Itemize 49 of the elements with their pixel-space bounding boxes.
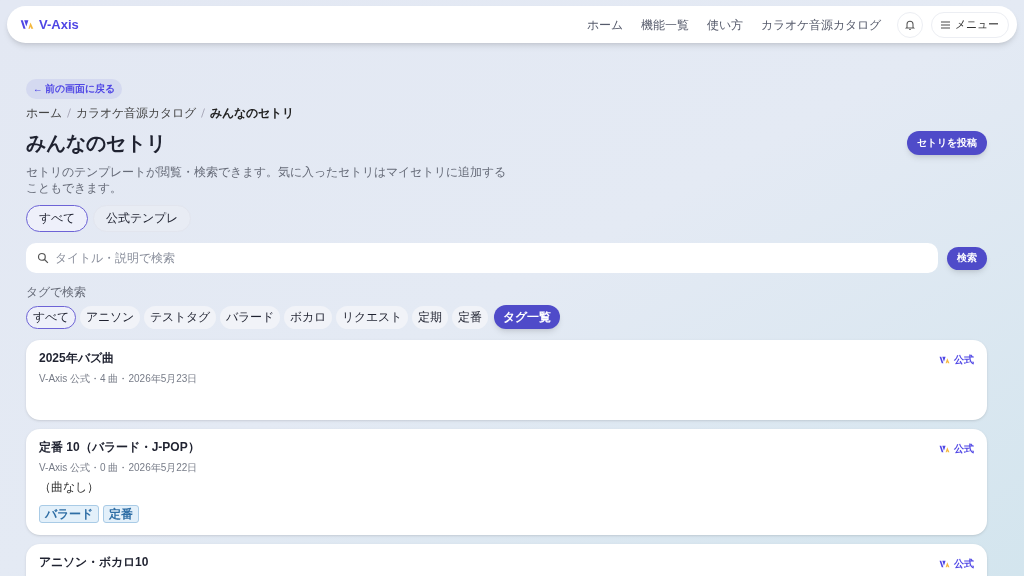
- empty-note: （曲なし）: [39, 479, 100, 497]
- setlist-card[interactable]: 2025年バズ曲 公式 V-Axis 公式・4 曲・2026年5月23日: [26, 340, 987, 421]
- nav-link[interactable]: 機能一覧: [641, 15, 689, 34]
- tag-chip[interactable]: 定番: [452, 305, 488, 329]
- official-label: 公式: [954, 557, 974, 572]
- setlist-meta: V-Axis 公式・4 曲・2026年5月23日: [39, 372, 199, 387]
- setlist-tag: バラード: [39, 505, 99, 524]
- logo-icon: [939, 355, 950, 364]
- tag-chip[interactable]: バラード: [220, 305, 280, 329]
- tag-chip[interactable]: テストタグ: [144, 305, 216, 329]
- search-field[interactable]: タイトル・説明で検索: [26, 243, 938, 274]
- breadcrumb-link[interactable]: みんなのセトリ: [210, 104, 294, 123]
- setlist-title: 定番 10（バラード・J-POP）: [39, 439, 200, 457]
- tag-chip[interactable]: すべて: [26, 305, 76, 329]
- setlist-title: 2025年バズ曲: [39, 350, 114, 368]
- logo-icon: [939, 444, 950, 453]
- tag-chip[interactable]: 定期: [412, 305, 448, 329]
- search-icon: [37, 252, 49, 265]
- post-setlist-button[interactable]: セトリを投稿: [907, 131, 987, 156]
- all-tags-button[interactable]: タグ一覧: [494, 305, 560, 330]
- tag-chip[interactable]: ボカロ: [284, 305, 332, 329]
- breadcrumb-separator-icon: [201, 108, 205, 119]
- logo-icon: [20, 19, 34, 30]
- nav-link[interactable]: ホーム: [587, 15, 623, 34]
- tag-chip[interactable]: リクエスト: [336, 305, 408, 329]
- setlist-title: アニソン・ボカロ10: [39, 554, 149, 572]
- nav-link[interactable]: 使い方: [707, 15, 743, 34]
- filter-tab[interactable]: 公式テンプレ: [93, 205, 191, 233]
- breadcrumb-separator-icon: [67, 108, 71, 119]
- nav-link[interactable]: カラオケ音源カタログ: [761, 15, 881, 34]
- page-description: セトリのテンプレートが閲覧・検索できます。気に入ったセトリはマイセトリに追加することもできます。: [26, 164, 506, 197]
- page-title: みんなのセトリ: [26, 131, 166, 157]
- back-link[interactable]: ← 前の画面に戻る: [26, 79, 123, 100]
- tag-chip[interactable]: アニソン: [80, 305, 140, 329]
- setlist-card[interactable]: アニソン・ボカロ10 公式: [26, 544, 987, 576]
- logo-icon: [939, 559, 950, 568]
- breadcrumb-link[interactable]: カラオケ音源カタログ: [76, 104, 196, 123]
- tag-filter-label: タグで検索: [26, 284, 87, 302]
- setlist-meta: V-Axis 公式・0 曲・2026年5月22日: [39, 461, 199, 476]
- search-button[interactable]: 検索: [947, 246, 987, 270]
- filter-tab[interactable]: すべて: [26, 205, 88, 233]
- brand-name[interactable]: V-Axis: [39, 14, 79, 35]
- official-label: 公式: [954, 353, 974, 368]
- setlist-card[interactable]: 定番 10（バラード・J-POP） 公式 V-Axis 公式・0 曲・2026年5月22日 （曲なし） バラード 定番: [26, 429, 987, 536]
- breadcrumb-link[interactable]: ホーム: [26, 104, 62, 123]
- official-label: 公式: [954, 442, 974, 457]
- bell-icon: [904, 18, 916, 31]
- menu-icon: [941, 20, 950, 29]
- setlist-tag: 定番: [103, 505, 139, 524]
